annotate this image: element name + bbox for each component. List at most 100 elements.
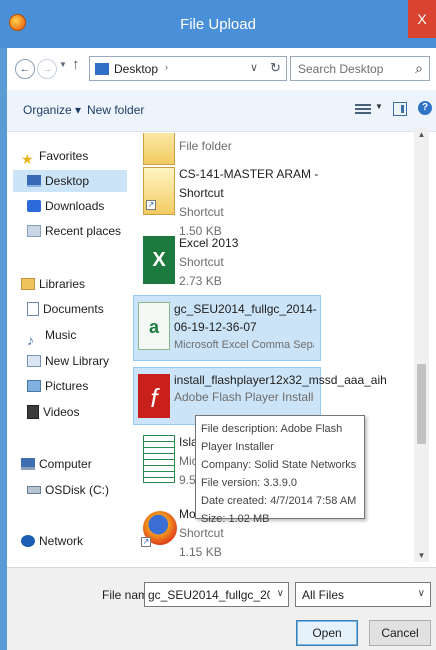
- view-options-icon[interactable]: [355, 102, 371, 116]
- sidebar-item-libraries[interactable]: Libraries: [21, 273, 85, 295]
- tooltip-description: File description: Adobe Flash Player Ins…: [201, 423, 343, 453]
- up-folder-button[interactable]: ↑: [72, 56, 80, 73]
- tooltip-company: Company: Solid State Networks: [201, 459, 357, 471]
- sidebar-item-network[interactable]: Network: [21, 530, 83, 552]
- spreadsheet-icon: [143, 435, 175, 483]
- close-button[interactable]: X: [408, 0, 436, 38]
- list-item[interactable]: X Excel 2013 Shortcut 2.73 KB: [139, 230, 319, 294]
- sidebar-item-computer[interactable]: Computer: [21, 453, 92, 475]
- disk-drive-icon: [27, 485, 41, 494]
- folder-shortcut-icon: ↗: [143, 167, 175, 215]
- new-folder-button[interactable]: New folder: [87, 103, 144, 117]
- address-bar: ← → ▼ ↑ Desktop › ∨ ↻ Search Desktop ⌕: [7, 48, 436, 90]
- sidebar-item-desktop[interactable]: Desktop: [13, 170, 127, 192]
- sidebar-item-videos[interactable]: Videos: [27, 401, 79, 423]
- back-button[interactable]: ←: [15, 59, 35, 79]
- file-name: Excel 2013: [179, 236, 239, 250]
- forward-button[interactable]: →: [37, 59, 57, 79]
- address-dropdown-icon[interactable]: ∨: [250, 61, 258, 74]
- open-button[interactable]: Open: [296, 620, 358, 646]
- recent-places-icon: [27, 224, 41, 237]
- file-info-tooltip: File description: Adobe Flash Player Ins…: [195, 415, 365, 525]
- pictures-icon: [27, 379, 41, 392]
- sidebar-label: Libraries: [39, 277, 86, 291]
- filetype-dropdown-icon[interactable]: ∨: [418, 588, 425, 599]
- command-toolbar: Organize ▾ New folder ▼ ?: [7, 90, 436, 132]
- star-icon: ★: [21, 150, 34, 167]
- sidebar-label: Documents: [43, 302, 104, 316]
- csv-file-icon: a: [138, 302, 170, 350]
- filename-dropdown-icon[interactable]: ∨: [277, 588, 284, 599]
- preview-pane-icon[interactable]: [393, 102, 407, 116]
- tooltip-version: File version: 3.3.9.0: [201, 477, 297, 489]
- downloads-icon: [27, 199, 41, 212]
- sidebar-label: Network: [39, 534, 84, 548]
- sidebar-item-favorites[interactable]: ★ Favorites: [21, 145, 88, 167]
- shortcut-arrow-icon: ↗: [141, 537, 151, 547]
- documents-icon: [27, 301, 39, 316]
- file-name: install_flashplayer12x32_mssd_aaa_aih: [174, 373, 387, 387]
- file-type: Shortcut: [179, 205, 224, 219]
- filename-field[interactable]: gc_SEU2014_fullgc_2014-06-19-12-36-07 ∨: [144, 582, 289, 607]
- sidebar-label: New Library: [45, 354, 110, 368]
- scroll-thumb[interactable]: [417, 364, 426, 444]
- list-item[interactable]: ↗ CS-141-MASTER ARAM - Shortcut Shortcut…: [139, 161, 319, 238]
- filename-value[interactable]: gc_SEU2014_fullgc_2014-06-19-12-36-07: [148, 588, 270, 602]
- sidebar-label: Desktop: [45, 174, 90, 188]
- tooltip-size: Size: 1.02 MB: [201, 513, 270, 525]
- sidebar-item-documents[interactable]: Documents: [27, 298, 104, 320]
- search-placeholder: Search Desktop: [298, 62, 384, 76]
- refresh-icon[interactable]: ↻: [270, 60, 281, 76]
- address-field[interactable]: Desktop › ∨ ↻: [89, 56, 287, 81]
- sidebar-item-new-library[interactable]: New Library: [27, 350, 109, 372]
- search-input[interactable]: Search Desktop ⌕: [290, 56, 430, 81]
- search-icon[interactable]: ⌕: [415, 60, 423, 77]
- new-library-icon: [27, 354, 41, 367]
- file-type: Microsoft Excel Comma Separate...: [174, 339, 314, 351]
- file-size: 2.73 KB: [179, 274, 222, 288]
- sidebar-item-osdisk[interactable]: OSDisk (C:): [27, 479, 109, 501]
- desktop-icon: [27, 174, 41, 187]
- recent-locations-chevron-icon[interactable]: ▼: [59, 60, 67, 69]
- sidebar-label: Computer: [39, 457, 92, 471]
- sidebar-item-pictures[interactable]: Pictures: [27, 375, 88, 397]
- cancel-button[interactable]: Cancel: [369, 620, 431, 646]
- sidebar-label: Videos: [43, 405, 80, 419]
- computer-icon: [21, 457, 35, 470]
- flash-installer-icon: f: [138, 374, 170, 418]
- libraries-icon: [21, 277, 35, 290]
- vertical-scrollbar[interactable]: ▲ ▼: [414, 128, 429, 562]
- file-type: Shortcut: [179, 255, 224, 269]
- title-bar: File Upload X: [0, 0, 436, 48]
- breadcrumb-chevron-icon[interactable]: ›: [165, 62, 168, 72]
- excel-icon: X: [143, 236, 175, 284]
- organize-button[interactable]: Organize ▾: [23, 103, 81, 117]
- tooltip-created: Date created: 4/7/2014 7:58 AM: [201, 495, 357, 507]
- network-icon: [21, 534, 35, 547]
- sidebar-label: Recent places: [45, 224, 122, 238]
- sidebar-item-downloads[interactable]: Downloads: [27, 195, 104, 217]
- file-name: CS-141-MASTER ARAM - Shortcut: [179, 167, 319, 200]
- filetype-value: All Files: [302, 588, 345, 602]
- file-type: File folder: [179, 139, 232, 153]
- view-dropdown-icon[interactable]: ▼: [375, 102, 383, 111]
- sidebar-item-recent-places[interactable]: Recent places: [27, 220, 121, 242]
- file-name: gc_SEU2014_fullgc_2014-06-19-12-36-07: [174, 302, 317, 334]
- scroll-down-icon[interactable]: ▼: [414, 551, 429, 560]
- sidebar-label: Music: [45, 328, 77, 342]
- desktop-folder-icon: [95, 63, 109, 75]
- help-icon[interactable]: ?: [418, 101, 432, 115]
- music-icon: ♪: [27, 331, 34, 348]
- sidebar-label: OSDisk (C:): [45, 483, 109, 497]
- address-text[interactable]: Desktop: [114, 62, 158, 76]
- sidebar-item-music[interactable]: ♪ Music: [27, 324, 77, 348]
- window-title: File Upload: [180, 16, 256, 33]
- filetype-select[interactable]: All Files ∨: [295, 582, 431, 607]
- list-item-selected[interactable]: a gc_SEU2014_fullgc_2014-06-19-12-36-07 …: [133, 295, 321, 361]
- scroll-up-icon[interactable]: ▲: [414, 130, 429, 139]
- videos-icon: [27, 404, 39, 419]
- firefox-icon: ↗: [141, 511, 177, 547]
- navigation-pane[interactable]: ★ Favorites Desktop Downloads Recent plac…: [7, 133, 127, 567]
- shortcut-arrow-icon: ↗: [146, 200, 156, 210]
- sidebar-label: Pictures: [45, 379, 89, 393]
